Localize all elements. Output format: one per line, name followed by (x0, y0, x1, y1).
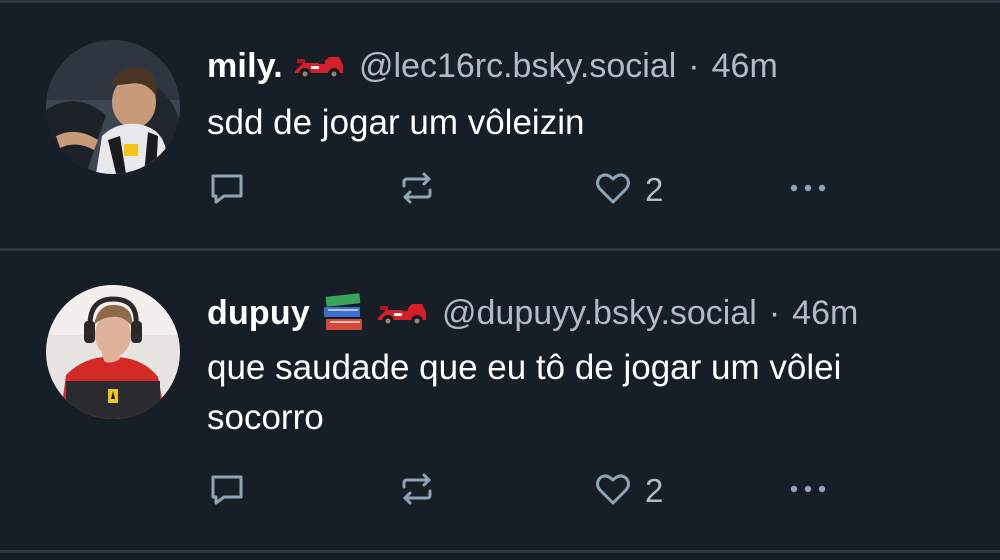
handle[interactable]: @dupuyy.bsky.social (442, 294, 757, 333)
post[interactable]: dupuy @dupuyy.bsky.social · 46m que saud… (0, 251, 1000, 551)
more-options-button[interactable] (785, 471, 831, 511)
repost-icon (397, 469, 437, 514)
heart-icon (593, 469, 633, 514)
post-actions: 2 (207, 170, 847, 210)
separator: · (688, 46, 700, 85)
reply-button[interactable] (207, 471, 247, 511)
racing-car-icon (293, 51, 345, 81)
post-header: mily. @lec16rc.bsky.social · 46m (207, 44, 778, 88)
reply-icon (207, 469, 247, 514)
post-header: dupuy @dupuyy.bsky.social · 46m (207, 291, 858, 335)
racing-car-icon (376, 298, 428, 328)
reply-icon (207, 168, 247, 213)
like-count: 2 (645, 472, 664, 509)
repost-icon (397, 168, 437, 213)
like-button[interactable]: 2 (593, 170, 663, 210)
post[interactable]: mily. @lec16rc.bsky.social · 46m sdd de … (0, 0, 1000, 250)
more-options-icon (785, 469, 831, 514)
like-count: 2 (645, 171, 664, 208)
like-button[interactable]: 2 (593, 471, 663, 511)
display-name[interactable]: mily. (207, 47, 283, 86)
reply-button[interactable] (207, 170, 247, 210)
avatar[interactable] (46, 40, 180, 174)
timestamp[interactable]: 46m (712, 47, 778, 86)
post-text: que saudade que eu tô de jogar um vôlei … (207, 348, 842, 437)
display-name[interactable]: dupuy (207, 294, 310, 333)
separator: · (768, 293, 781, 332)
post-actions: 2 (207, 471, 847, 511)
more-options-icon (785, 168, 831, 213)
heart-icon (593, 168, 633, 213)
repost-button[interactable] (397, 471, 437, 511)
post-feed: mily. @lec16rc.bsky.social · 46m sdd de … (0, 0, 1000, 560)
post-text: sdd de jogar um vôleizin (207, 103, 585, 142)
books-icon (320, 291, 366, 335)
repost-button[interactable] (397, 170, 437, 210)
handle[interactable]: @lec16rc.bsky.social (359, 47, 676, 86)
more-options-button[interactable] (785, 170, 831, 210)
avatar[interactable] (46, 285, 180, 419)
timestamp[interactable]: 46m (792, 294, 858, 333)
divider (0, 550, 1000, 553)
